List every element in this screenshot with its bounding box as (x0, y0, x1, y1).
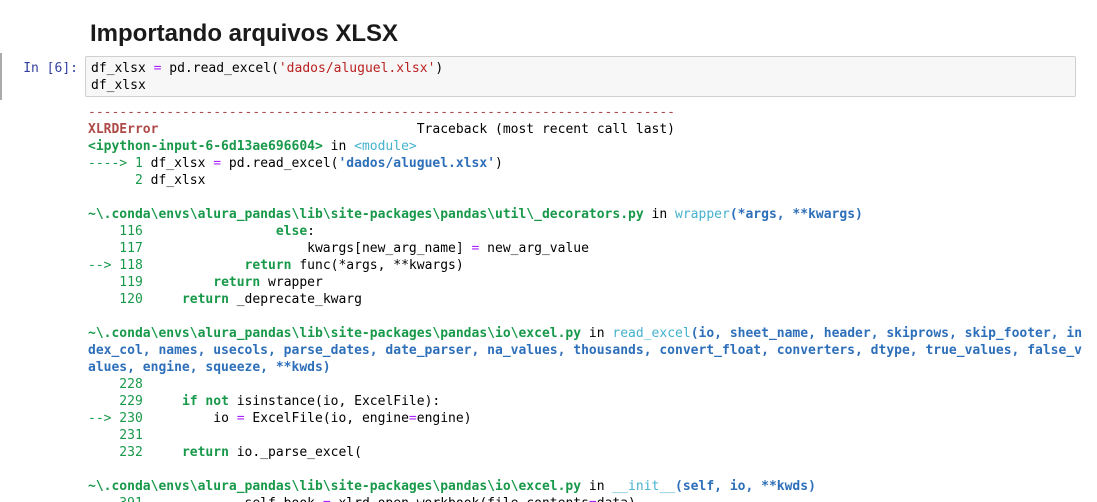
code-token: alues, engine, squeeze, **kwds) (88, 360, 331, 375)
code-token: dex_col, names, usecols, parse_dates, da… (88, 343, 1082, 358)
code-token: --> 230 (88, 411, 143, 426)
code-token: in (322, 139, 355, 154)
code-token: pd.read_excel( (221, 156, 339, 171)
code-token: return (244, 258, 292, 273)
code-token: 117 (88, 241, 143, 256)
code-token: new_arg_value (479, 241, 589, 256)
code-token: in (643, 207, 676, 222)
code-token: if (181, 394, 198, 409)
code-token: isinstance(io, ExcelFile): (228, 394, 441, 409)
code-token: not (205, 394, 229, 409)
code-token: read_excel (612, 326, 691, 341)
code-token: 120 (88, 292, 143, 307)
code-token: return (181, 292, 229, 307)
code-token: = (589, 496, 597, 502)
page-title: Importando arquivos XLSX (90, 20, 399, 48)
code-token: ----> 1 (88, 156, 151, 171)
input-prompt: In [6]: (23, 61, 78, 76)
code-token: _deprecate_kwarg (228, 292, 362, 307)
code-token: 'dados/aluguel.xlsx' (278, 61, 436, 76)
code-token: self.book (143, 496, 323, 502)
code-token: 228 (88, 377, 143, 392)
code-token: XLRDError (88, 122, 159, 137)
code-token: ) (435, 61, 444, 76)
notebook-page: Importando arquivos XLSX In [6]: df_xlsx… (0, 0, 1097, 502)
code-token: = (323, 496, 331, 502)
traceback-pre: ----------------------------------------… (88, 104, 1097, 502)
code-token: io._parse_excel( (228, 445, 362, 460)
code-token: xlrd.open_workbook(file_contents (331, 496, 588, 502)
code-token: ~\.conda\envs\alura_pandas\lib\site-pack… (88, 207, 644, 222)
code-token: 232 (88, 445, 143, 460)
code-input-pre[interactable]: df_xlsx = pd.read_excel('dados/aluguel.x… (86, 57, 1075, 97)
code-input-cell[interactable]: df_xlsx = pd.read_excel('dados/aluguel.x… (85, 56, 1076, 97)
code-token: pd.read_excel( (161, 61, 279, 76)
code-token: --> 118 (88, 258, 143, 273)
code-token: ) (495, 156, 503, 171)
code-token: 119 (88, 275, 143, 290)
code-token: 231 (88, 428, 143, 443)
code-token: func(*args, **kwargs) (291, 258, 464, 273)
code-token: ~\.conda\envs\alura_pandas\lib\site-pack… (88, 326, 582, 341)
code-token: kwargs[new_arg_name] (142, 241, 472, 256)
code-token: in (581, 326, 613, 341)
code-token: (io, sheet_name, header, skiprows, skip_… (690, 326, 1083, 341)
code-token: data) (597, 496, 636, 502)
code-token: df_xlsx (91, 61, 154, 76)
code-token: = (213, 156, 222, 171)
code-token: wrapper (675, 207, 730, 222)
code-token: ~\.conda\envs\alura_pandas\lib\site-pack… (88, 479, 582, 494)
code-token: (self, io, **kwds) (675, 479, 816, 494)
code-token: ExcelFile(io, engine (244, 411, 409, 426)
code-token: 2 (88, 173, 151, 188)
code-token: df_xlsx (150, 156, 214, 171)
code-token: Traceback (most recent call last) (158, 122, 676, 137)
code-token: return (181, 445, 229, 460)
code-token: ----------------------------------------… (88, 105, 675, 120)
code-token: return (213, 275, 261, 290)
code-token: engine) (416, 411, 472, 426)
code-token: in (581, 479, 613, 494)
code-token: : (307, 224, 315, 239)
code-token: wrapper (260, 275, 323, 290)
code-token: df_xlsx (91, 78, 146, 93)
code-token: <module> (354, 139, 417, 154)
code-token: (*args, **kwargs) (729, 207, 863, 222)
code-token: 116 (88, 224, 143, 239)
code-token: io (142, 411, 237, 426)
code-token: = (408, 411, 417, 426)
error-output-area: ----------------------------------------… (88, 104, 1097, 502)
code-token: df_xlsx (150, 173, 206, 188)
code-token: <ipython-input-6-6d13ae696604> (88, 139, 323, 154)
code-token: else (275, 224, 308, 239)
code-token: 'dados/aluguel.xlsx' (338, 156, 496, 171)
code-token: 229 (88, 394, 143, 409)
code-token: = (236, 411, 245, 426)
code-token: 391 (88, 496, 143, 502)
code-token: __init__ (612, 479, 676, 494)
